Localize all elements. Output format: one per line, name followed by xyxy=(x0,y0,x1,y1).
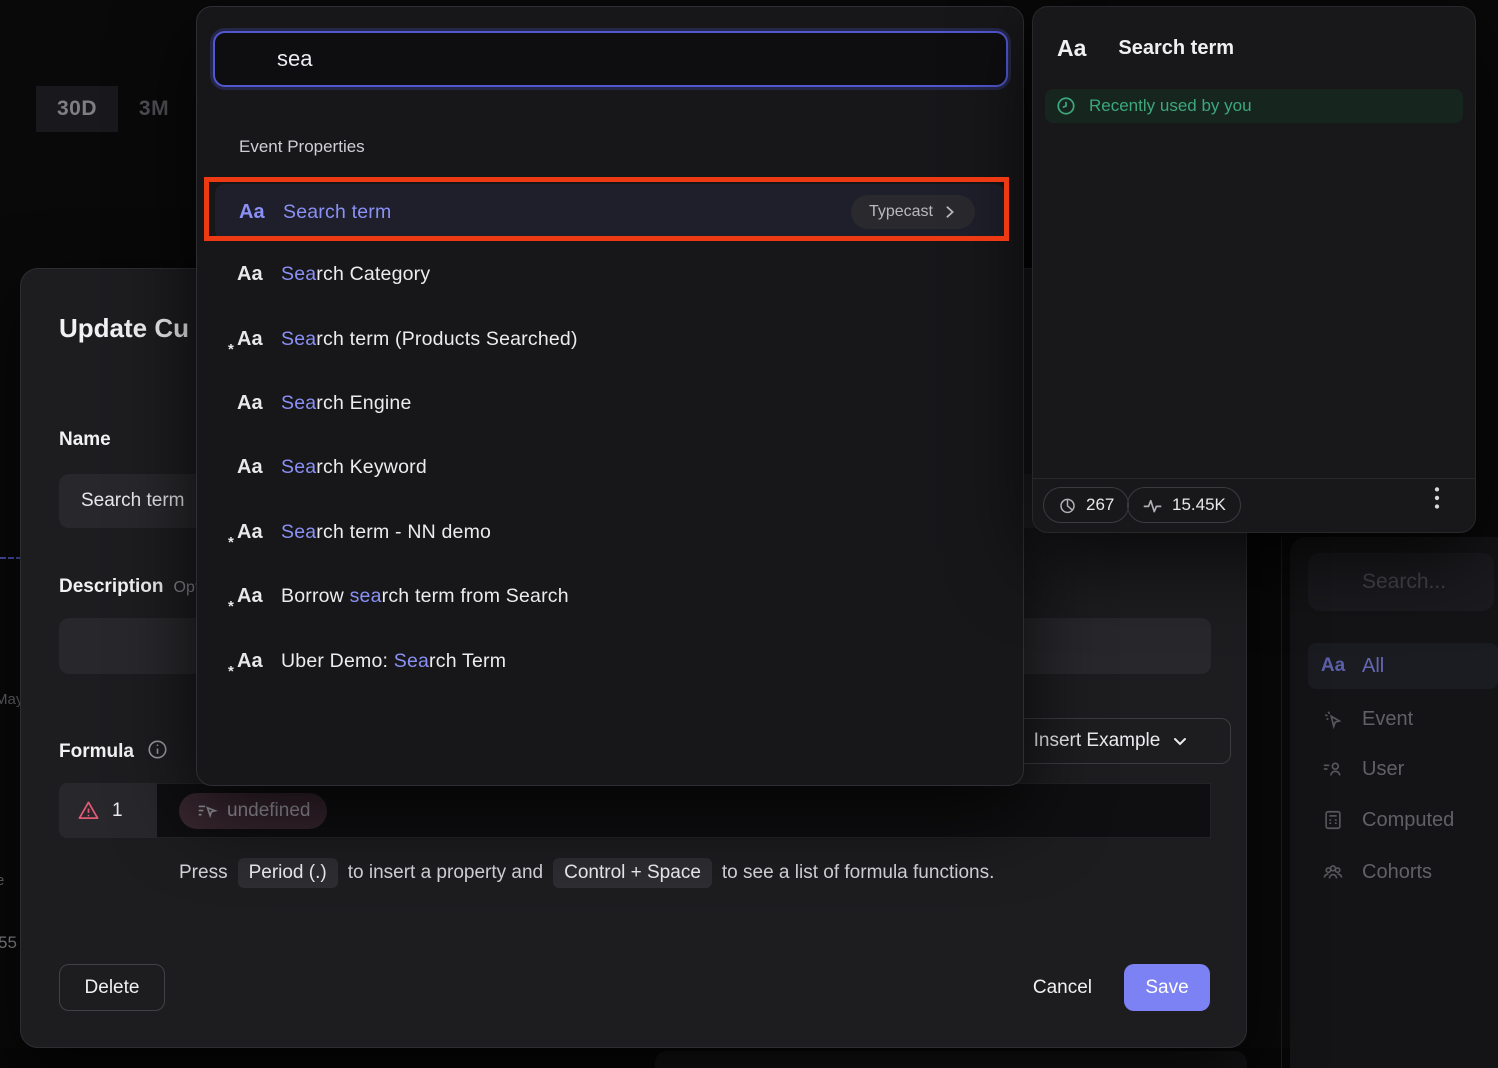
custom-text-type-icon: Aa* xyxy=(237,650,281,673)
time-range-tab-30d[interactable]: 30D xyxy=(36,86,118,132)
chevron-right-icon xyxy=(943,205,957,219)
chevron-down-icon xyxy=(1172,733,1188,749)
save-button[interactable]: Save xyxy=(1124,964,1210,1011)
property-item-search-term-nn-demo[interactable]: Aa* Search term - NN demo xyxy=(213,512,1009,552)
formula-editor[interactable]: undefined xyxy=(157,783,1211,838)
user-icon xyxy=(1320,758,1346,780)
property-search-input[interactable] xyxy=(213,31,1008,87)
property-item-search-category[interactable]: Aa Search Category xyxy=(213,254,1009,294)
chart-axis-value-label: 55 xyxy=(0,933,17,953)
time-range-tab-7d[interactable]: D xyxy=(0,86,16,132)
formula-error-gutter: 1 xyxy=(59,783,157,838)
warning-icon xyxy=(77,799,100,822)
sidebar-item-user[interactable]: User xyxy=(1308,746,1498,792)
cohorts-icon xyxy=(1320,861,1346,883)
info-icon[interactable] xyxy=(146,738,169,761)
formula-label: Formula xyxy=(59,738,169,763)
text-type-icon: Aa xyxy=(237,263,281,286)
error-line-number: 1 xyxy=(112,800,123,822)
section-header-event-properties: Event Properties xyxy=(239,137,365,157)
property-item-search-term[interactable]: Aa Search term Typecast xyxy=(215,184,1005,240)
property-type-sidebar: Aa All Event User Computed Cohorts xyxy=(1290,537,1498,1068)
property-search-dropdown: Event Properties Aa Search term Typecast… xyxy=(196,6,1024,786)
app-screen: D 30D 3M May e 55 Aa All Event User xyxy=(0,0,1498,1068)
property-details-title: Search term xyxy=(1118,37,1234,60)
text-type-icon: Aa xyxy=(1057,35,1086,62)
text-type-icon: Aa xyxy=(1320,655,1346,677)
background-panel-fragment xyxy=(655,1051,1247,1068)
formula-undefined-chip[interactable]: undefined xyxy=(179,793,327,829)
custom-text-type-icon: Aa* xyxy=(237,585,281,608)
clock-icon xyxy=(1055,95,1077,117)
cancel-button[interactable]: Cancel xyxy=(1033,977,1092,999)
cardinality-stat-pill[interactable]: 267 xyxy=(1043,487,1129,523)
delete-button[interactable]: Delete xyxy=(59,964,165,1011)
more-options-kebab-icon[interactable] xyxy=(1424,484,1452,514)
property-item-search-term-products-searched[interactable]: Aa* Search term (Products Searched) xyxy=(213,319,1009,359)
sidebar-item-event[interactable]: Event xyxy=(1308,696,1498,742)
text-type-icon: Aa xyxy=(239,201,283,224)
property-item-search-keyword[interactable]: Aa Search Keyword xyxy=(213,447,1009,487)
control-space-key-chip: Control + Space xyxy=(553,858,712,888)
chart-partial-label: e xyxy=(0,872,4,889)
panel-edge-line xyxy=(1281,537,1282,1068)
sidebar-item-computed[interactable]: Computed xyxy=(1308,797,1498,843)
sidebar-item-cohorts[interactable]: Cohorts xyxy=(1308,849,1498,895)
activity-icon xyxy=(1142,495,1163,516)
recently-used-badge: Recently used by you xyxy=(1045,89,1463,123)
time-range-tab-3m[interactable]: 3M xyxy=(118,86,190,132)
chart-line-fragment xyxy=(0,557,22,559)
property-details-panel: Aa Search term Recently used by you 267 … xyxy=(1032,6,1476,533)
calculator-icon xyxy=(1320,809,1346,831)
insert-example-button[interactable]: Insert Example xyxy=(991,718,1231,764)
period-key-chip: Period (.) xyxy=(238,858,338,888)
custom-property-icon xyxy=(196,800,218,822)
custom-text-type-icon: Aa* xyxy=(237,521,281,544)
pie-chart-icon xyxy=(1058,496,1077,515)
volume-stat-pill[interactable]: 15.45K xyxy=(1127,487,1241,523)
text-type-icon: Aa xyxy=(237,392,281,415)
divider xyxy=(1033,478,1475,479)
text-type-icon: Aa xyxy=(237,456,281,479)
typecast-badge[interactable]: Typecast xyxy=(851,195,975,229)
property-item-search-engine[interactable]: Aa Search Engine xyxy=(213,383,1009,423)
property-item-borrow-search-term[interactable]: Aa* Borrow search term from Search xyxy=(213,576,1009,616)
sidebar-search-input[interactable] xyxy=(1308,553,1494,611)
property-item-uber-demo-search-term[interactable]: Aa* Uber Demo: Search Term xyxy=(213,641,1009,681)
name-label: Name xyxy=(59,429,111,451)
custom-text-type-icon: Aa* xyxy=(237,328,281,351)
sidebar-item-all[interactable]: Aa All xyxy=(1308,643,1498,689)
event-cursor-icon xyxy=(1320,708,1346,730)
modal-title: Update Cu xyxy=(59,313,189,344)
formula-hint: Press Period (.) to insert a property an… xyxy=(179,858,994,888)
